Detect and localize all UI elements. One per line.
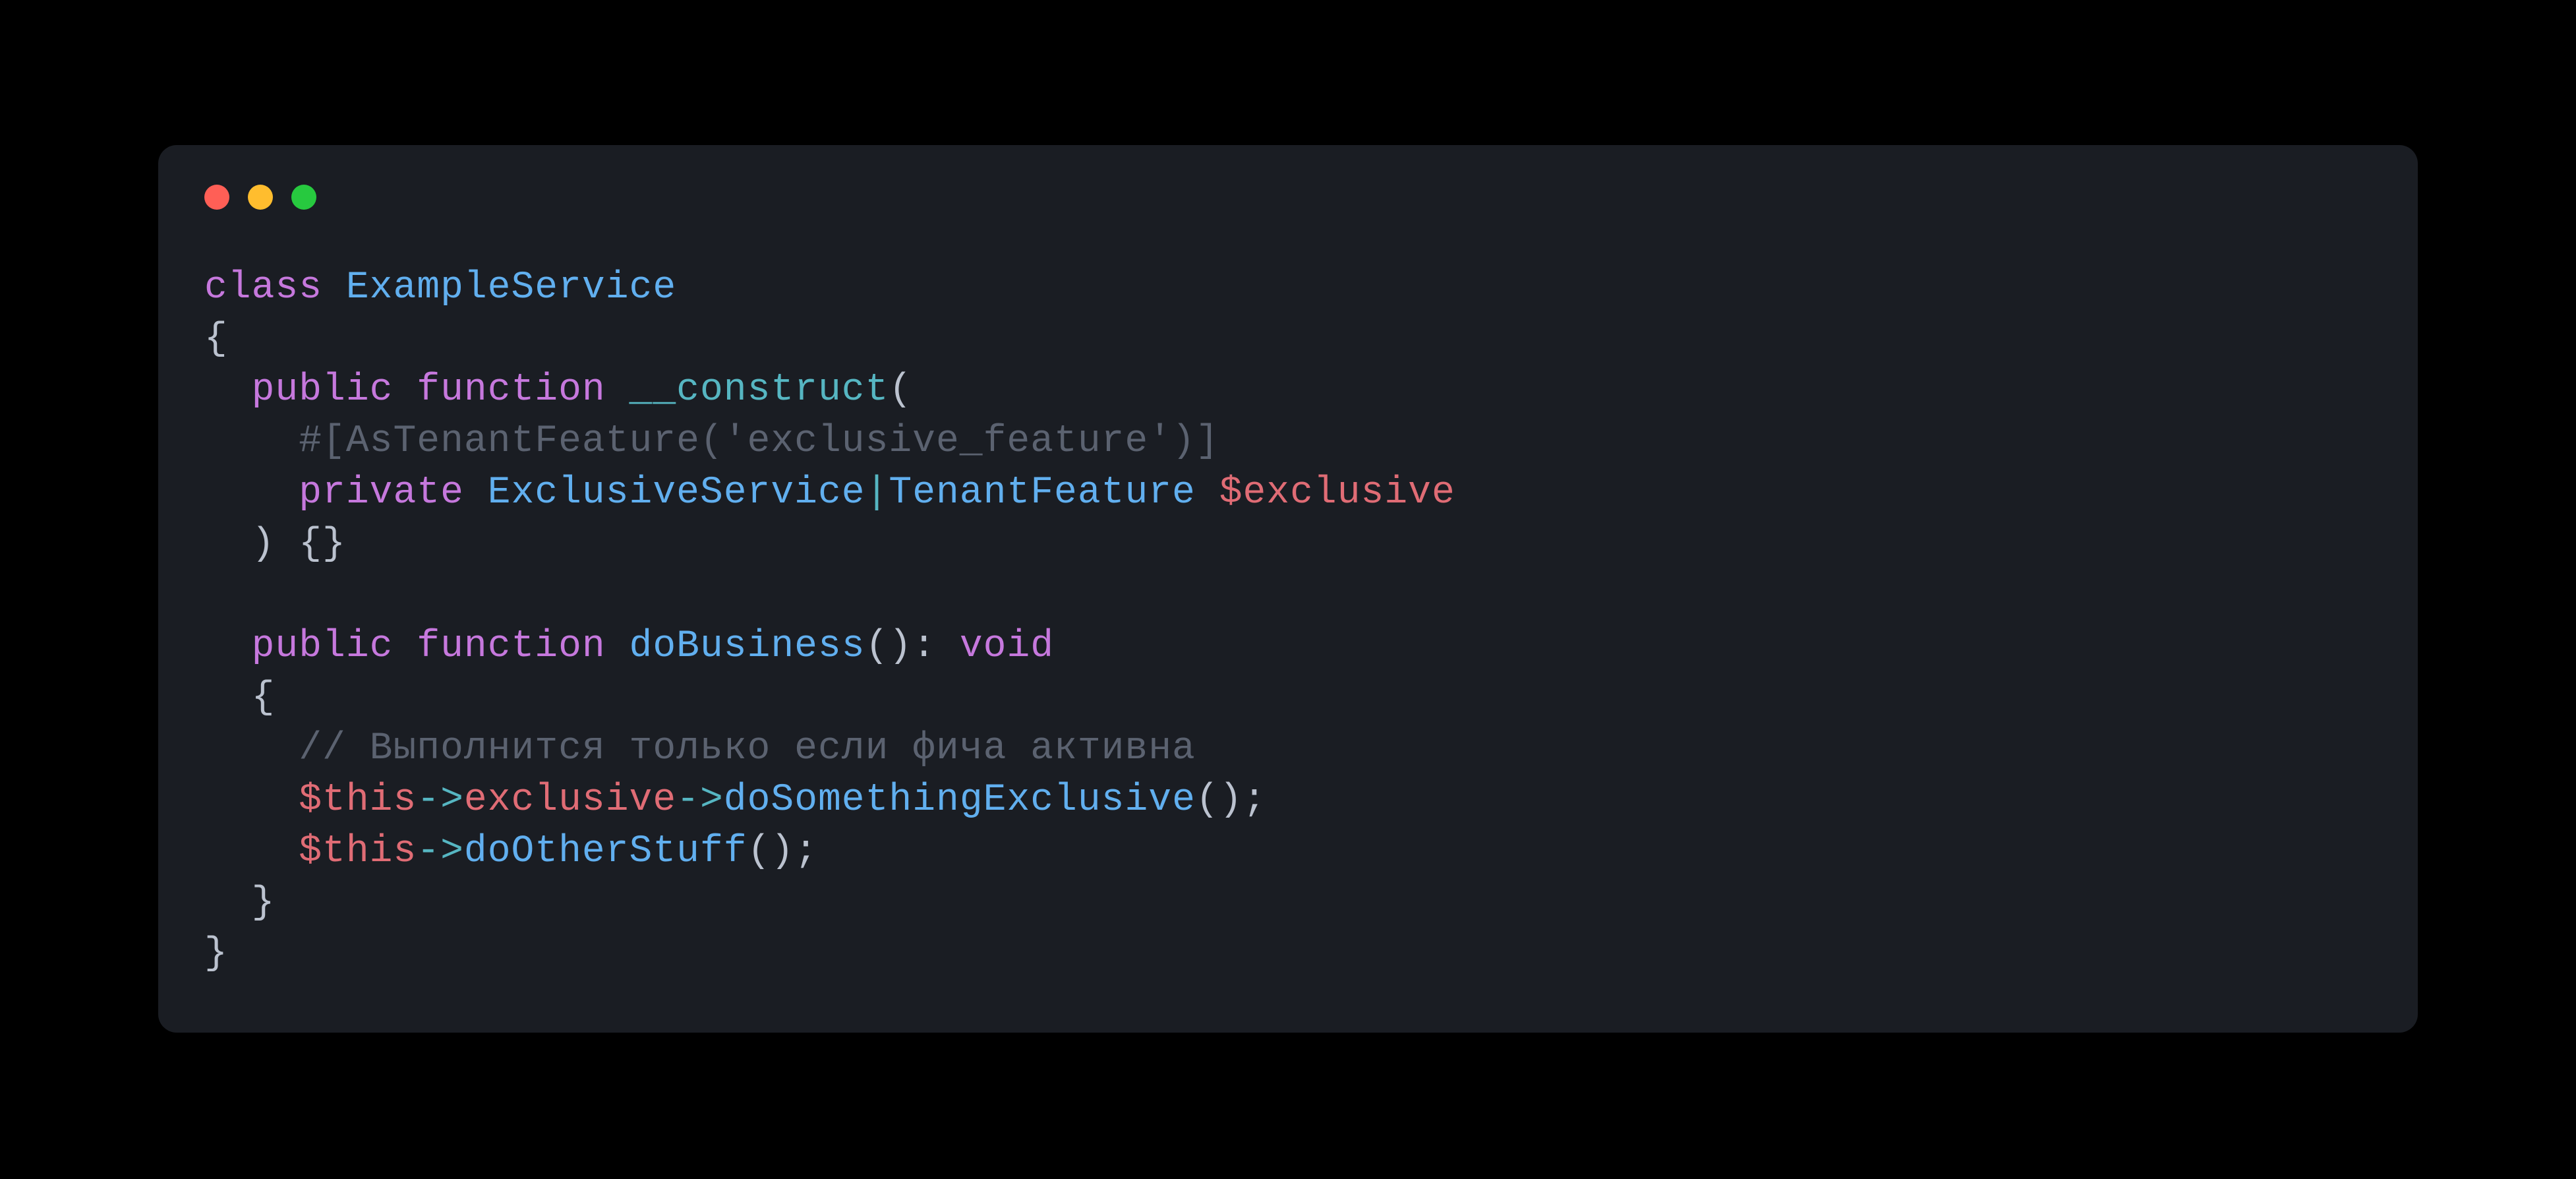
tok-keyword: function <box>417 625 605 668</box>
tok-type: TenantFeature <box>889 471 1195 514</box>
indent <box>204 523 252 566</box>
tok-call: doSomethingExclusive <box>724 779 1196 822</box>
tok-brace: } <box>252 882 276 924</box>
tok-end: (); <box>747 830 818 873</box>
indent <box>204 779 299 822</box>
tok-paren: ( <box>889 369 912 411</box>
indent <box>204 727 299 770</box>
indent <box>204 677 252 719</box>
window-traffic-lights <box>204 185 2372 210</box>
tok-method: doBusiness <box>629 625 865 668</box>
tok-end: (); <box>1196 779 1266 822</box>
tok-keyword: private <box>299 471 464 514</box>
tok-magic: __construct <box>629 369 889 411</box>
tok-keyword: function <box>417 369 605 411</box>
tok-brace: { <box>204 318 228 361</box>
minimize-icon[interactable] <box>248 185 273 210</box>
tok-arrow: -> <box>676 779 724 822</box>
indent <box>204 882 252 924</box>
tok-arrow: -> <box>417 779 464 822</box>
tok-keyword: class <box>204 266 322 309</box>
indent <box>204 471 299 514</box>
tok-brace: { <box>252 677 276 719</box>
indent <box>204 625 252 668</box>
tok-this: $this <box>299 779 417 822</box>
zoom-icon[interactable] <box>291 185 316 210</box>
tok-pipe: | <box>865 471 889 514</box>
indent <box>204 420 299 463</box>
code-block: class ExampleService { public function _… <box>204 262 2372 980</box>
indent <box>204 369 252 411</box>
tok-attribute: #[AsTenantFeature('exclusive_feature')] <box>299 420 1219 463</box>
code-card: class ExampleService { public function _… <box>158 145 2418 1033</box>
tok-arrow: -> <box>417 830 464 873</box>
tok-prop: exclusive <box>464 779 676 822</box>
tok-variable: $exclusive <box>1219 471 1455 514</box>
tok-sig: (): <box>865 625 936 668</box>
tok-class: ExampleService <box>346 266 676 309</box>
tok-this: $this <box>299 830 417 873</box>
tok-type: ExclusiveService <box>488 471 865 514</box>
tok-call: doOtherStuff <box>464 830 747 873</box>
tok-comment: // Выполнится только если фича активна <box>299 727 1196 770</box>
tok-brace: } <box>204 932 228 975</box>
tok-keyword: public <box>252 625 394 668</box>
indent <box>204 830 299 873</box>
tok-close: ) {} <box>252 523 346 566</box>
stage: class ExampleService { public function _… <box>0 0 2576 1179</box>
tok-void: void <box>960 625 1054 668</box>
tok-keyword: public <box>252 369 394 411</box>
close-icon[interactable] <box>204 185 229 210</box>
